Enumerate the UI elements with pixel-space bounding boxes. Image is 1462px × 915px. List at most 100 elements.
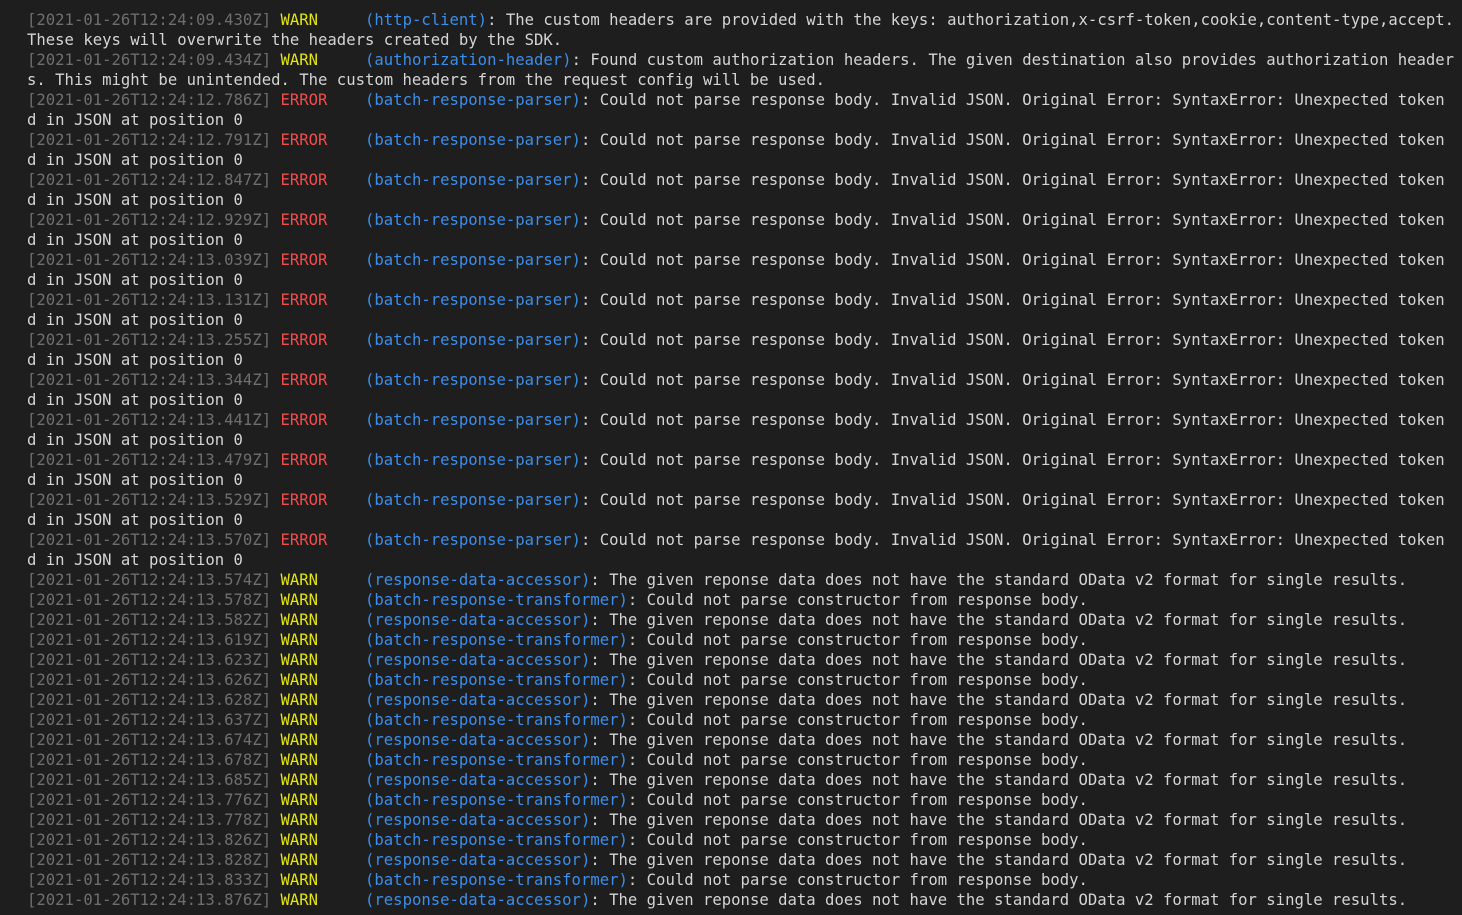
log-entry: [2021-01-26T12:24:13.637Z] WARN (batch-r… [27, 710, 1457, 730]
log-message: : Could not parse constructor from respo… [627, 631, 1088, 649]
log-timestamp: [2021-01-26T12:24:12.791Z] [27, 131, 272, 149]
log-output[interactable]: [2021-01-26T12:24:09.430Z] WARN (http-cl… [27, 10, 1457, 910]
log-timestamp: [2021-01-26T12:24:13.578Z] [27, 591, 272, 609]
log-timestamp: [2021-01-26T12:24:13.039Z] [27, 251, 272, 269]
log-timestamp: [2021-01-26T12:24:13.876Z] [27, 891, 272, 909]
log-spacer [318, 831, 365, 849]
log-module: (batch-response-parser) [365, 91, 581, 109]
log-timestamp: [2021-01-26T12:24:13.344Z] [27, 371, 272, 389]
log-spacer [318, 871, 365, 889]
log-level: WARN [280, 771, 319, 789]
log-spacer [327, 491, 365, 509]
log-module: (batch-response-parser) [365, 451, 581, 469]
log-spacer [318, 711, 365, 729]
terminal-output-panel[interactable]: [2021-01-26T12:24:09.430Z] WARN (http-cl… [0, 0, 1462, 915]
log-module: (response-data-accessor) [365, 691, 591, 709]
log-level: ERROR [280, 331, 328, 349]
log-timestamp: [2021-01-26T12:24:13.255Z] [27, 331, 272, 349]
log-level: WARN [280, 631, 319, 649]
log-module: (batch-response-transformer) [365, 591, 628, 609]
log-entry: [2021-01-26T12:24:13.778Z] WARN (respons… [27, 810, 1457, 830]
log-message: : The given reponse data does not have t… [590, 571, 1408, 589]
log-level: WARN [280, 811, 319, 829]
log-module: (response-data-accessor) [365, 611, 591, 629]
log-level: ERROR [280, 131, 328, 149]
log-entry: [2021-01-26T12:24:12.847Z] ERROR (batch-… [27, 170, 1457, 210]
log-level: WARN [280, 891, 319, 909]
log-level: WARN [280, 651, 319, 669]
log-module: (batch-response-parser) [365, 291, 581, 309]
log-entry: [2021-01-26T12:24:13.529Z] ERROR (batch-… [27, 490, 1457, 530]
log-entry: [2021-01-26T12:24:13.344Z] ERROR (batch-… [27, 370, 1457, 410]
log-module: (batch-response-transformer) [365, 751, 628, 769]
log-entry: [2021-01-26T12:24:13.685Z] WARN (respons… [27, 770, 1457, 790]
log-level: WARN [280, 711, 319, 729]
log-spacer [327, 331, 365, 349]
log-entry: [2021-01-26T12:24:13.582Z] WARN (respons… [27, 610, 1457, 630]
log-message: : Could not parse constructor from respo… [627, 831, 1088, 849]
log-timestamp: [2021-01-26T12:24:09.434Z] [27, 51, 272, 69]
log-message: : The given reponse data does not have t… [590, 691, 1408, 709]
log-module: (batch-response-parser) [365, 171, 581, 189]
log-level: WARN [280, 11, 319, 29]
log-message: : Could not parse constructor from respo… [627, 751, 1088, 769]
log-module: (batch-response-parser) [365, 371, 581, 389]
log-module: (batch-response-parser) [365, 211, 581, 229]
log-spacer [327, 131, 365, 149]
log-entry: [2021-01-26T12:24:13.574Z] WARN (respons… [27, 570, 1457, 590]
log-entry: [2021-01-26T12:24:13.828Z] WARN (respons… [27, 850, 1457, 870]
log-spacer [327, 531, 365, 549]
log-timestamp: [2021-01-26T12:24:12.929Z] [27, 211, 272, 229]
log-spacer [318, 651, 365, 669]
log-level: ERROR [280, 91, 328, 109]
log-message: : Could not parse constructor from respo… [627, 711, 1088, 729]
log-spacer [318, 811, 365, 829]
log-message: : Could not parse constructor from respo… [627, 671, 1088, 689]
log-timestamp: [2021-01-26T12:24:13.826Z] [27, 831, 272, 849]
log-level: WARN [280, 791, 319, 809]
log-spacer [318, 791, 365, 809]
log-entry: [2021-01-26T12:24:13.876Z] WARN (respons… [27, 890, 1457, 910]
log-entry: [2021-01-26T12:24:13.833Z] WARN (batch-r… [27, 870, 1457, 890]
log-entry: [2021-01-26T12:24:13.441Z] ERROR (batch-… [27, 410, 1457, 450]
log-spacer [318, 891, 365, 909]
log-timestamp: [2021-01-26T12:24:13.441Z] [27, 411, 272, 429]
log-module: (batch-response-parser) [365, 411, 581, 429]
log-level: WARN [280, 831, 319, 849]
log-spacer [327, 251, 365, 269]
log-spacer [318, 751, 365, 769]
log-level: WARN [280, 731, 319, 749]
log-level: WARN [280, 691, 319, 709]
log-spacer [327, 451, 365, 469]
log-entry: [2021-01-26T12:24:13.623Z] WARN (respons… [27, 650, 1457, 670]
log-spacer [318, 11, 365, 29]
log-module: (response-data-accessor) [365, 571, 591, 589]
log-spacer [327, 291, 365, 309]
log-timestamp: [2021-01-26T12:24:13.778Z] [27, 811, 272, 829]
log-entry: [2021-01-26T12:24:13.570Z] ERROR (batch-… [27, 530, 1457, 570]
log-entry: [2021-01-26T12:24:13.578Z] WARN (batch-r… [27, 590, 1457, 610]
log-level: WARN [280, 671, 319, 689]
log-level: WARN [280, 871, 319, 889]
log-entry: [2021-01-26T12:24:13.131Z] ERROR (batch-… [27, 290, 1457, 330]
log-module: (authorization-header) [365, 51, 572, 69]
log-message: : Could not parse constructor from respo… [627, 591, 1088, 609]
log-level: ERROR [280, 451, 328, 469]
log-level: ERROR [280, 531, 328, 549]
log-level: ERROR [280, 251, 328, 269]
log-entry: [2021-01-26T12:24:13.826Z] WARN (batch-r… [27, 830, 1457, 850]
log-timestamp: [2021-01-26T12:24:13.619Z] [27, 631, 272, 649]
log-timestamp: [2021-01-26T12:24:13.529Z] [27, 491, 272, 509]
log-spacer [318, 571, 365, 589]
log-message: : Could not parse constructor from respo… [627, 791, 1088, 809]
log-level: WARN [280, 611, 319, 629]
log-spacer [318, 851, 365, 869]
log-timestamp: [2021-01-26T12:24:13.628Z] [27, 691, 272, 709]
log-timestamp: [2021-01-26T12:24:13.570Z] [27, 531, 272, 549]
log-spacer [327, 411, 365, 429]
log-entry: [2021-01-26T12:24:13.039Z] ERROR (batch-… [27, 250, 1457, 290]
log-module: (response-data-accessor) [365, 651, 591, 669]
log-timestamp: [2021-01-26T12:24:13.479Z] [27, 451, 272, 469]
log-module: (batch-response-parser) [365, 531, 581, 549]
log-module: (response-data-accessor) [365, 811, 591, 829]
